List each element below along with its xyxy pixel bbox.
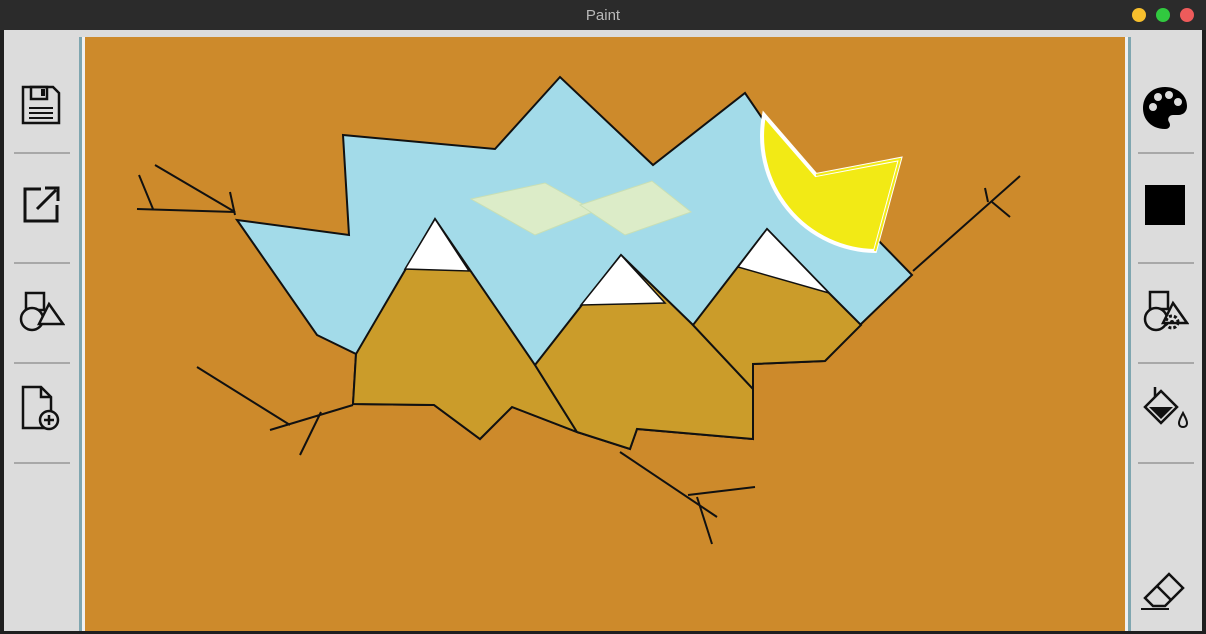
paint-window [4,30,1202,631]
current-color-button[interactable] [1134,165,1196,245]
export-icon [23,186,60,223]
separator [14,152,70,154]
new-file-icon [21,385,60,431]
separator [14,362,70,364]
palette-button[interactable] [1134,68,1196,148]
close-button[interactable] [1180,8,1194,22]
window-title: Paint [585,6,621,24]
drawing [136,75,1021,545]
canvas-frame [79,37,1131,631]
shapes-button[interactable] [10,272,72,352]
palette-icon [1143,87,1187,129]
eraser-button[interactable] [1134,548,1196,628]
separator [1138,362,1194,364]
eraser-icon [1141,572,1185,610]
left-toolbar [10,30,72,631]
fill-button[interactable] [1134,367,1196,447]
shape-settings-button[interactable] [1134,272,1196,352]
separator [14,262,70,264]
shapes-icon [19,291,65,332]
save-button[interactable] [10,65,72,145]
separator [1138,262,1194,264]
title-bar: Paint [0,0,1206,30]
separator [1138,462,1194,464]
export-button[interactable] [10,165,72,245]
shape-settings-icon [1143,290,1189,332]
color-swatch [1145,185,1185,225]
right-toolbar [1134,30,1196,631]
new-file-button[interactable] [10,368,72,448]
maximize-button[interactable] [1156,8,1170,22]
drawing-canvas[interactable] [85,37,1125,631]
separator [1138,152,1194,154]
paint-bucket-icon [1143,387,1189,429]
window-controls [1132,8,1194,22]
separator [14,462,70,464]
save-icon [21,85,61,125]
minimize-button[interactable] [1132,8,1146,22]
